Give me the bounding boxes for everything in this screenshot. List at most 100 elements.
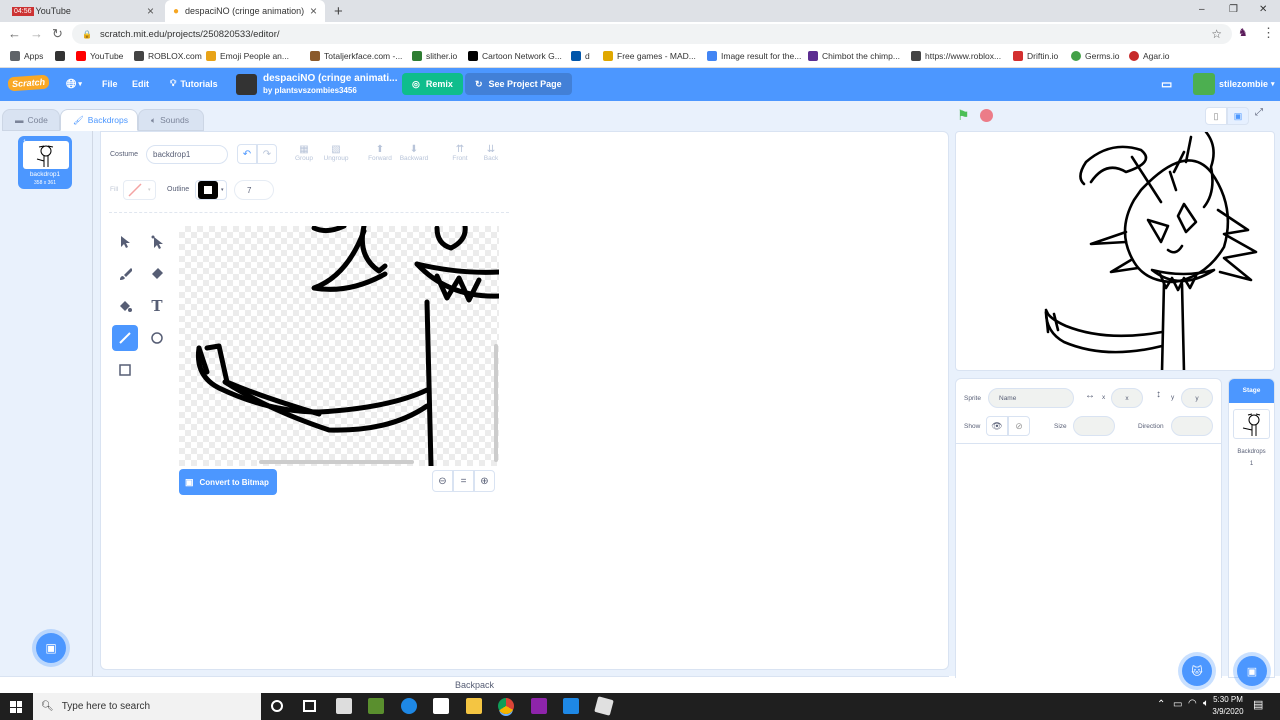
- zoom-reset-button[interactable]: =: [453, 470, 474, 492]
- costume-item-backdrop1[interactable]: 1 backdrop1 358 x 361: [18, 136, 72, 189]
- minecraft-icon[interactable]: [368, 698, 384, 714]
- star-icon[interactable]: ☆: [1211, 27, 1222, 41]
- user-avatar[interactable]: [1193, 73, 1215, 95]
- forward-button[interactable]: ⬆ Forward: [363, 144, 397, 162]
- url-field[interactable]: 🔒 scratch.mit.edu/projects/250820533/edi…: [72, 24, 1232, 44]
- project-author[interactable]: by plantsvszombies3456: [263, 86, 357, 95]
- menu-file[interactable]: File: [102, 79, 118, 89]
- direction-input[interactable]: [1171, 416, 1213, 436]
- winrar-icon[interactable]: [531, 698, 547, 714]
- browser-menu-icon[interactable]: ⋮: [1262, 25, 1275, 41]
- costume-name-input[interactable]: [146, 145, 228, 164]
- redo-button[interactable]: ↷: [257, 144, 277, 164]
- tab-sounds[interactable]: 🔈︎ Sounds: [138, 109, 204, 131]
- bookmark-roblox-url[interactable]: https://www.roblox...: [911, 51, 1001, 61]
- store-icon[interactable]: [433, 698, 449, 714]
- x-input[interactable]: x: [1111, 388, 1143, 408]
- group-button[interactable]: ▦ Group: [287, 144, 321, 162]
- vertical-scrollbar[interactable]: [494, 344, 498, 462]
- menu-tutorials[interactable]: 💡︎ Tutorials: [170, 78, 218, 89]
- mail-icon[interactable]: [563, 698, 579, 714]
- see-project-page-button[interactable]: ↻ See Project Page: [465, 73, 572, 95]
- username[interactable]: stilezombie ▾: [1219, 79, 1275, 89]
- line-tool[interactable]: [112, 325, 138, 351]
- show-hidden-button[interactable]: ⊘: [1008, 416, 1030, 436]
- windows-start-icon[interactable]: [10, 701, 22, 713]
- zoom-in-button[interactable]: ⊕: [474, 470, 495, 492]
- tab-code[interactable]: ▬ Code: [2, 109, 60, 131]
- text-tool[interactable]: T: [144, 293, 170, 319]
- fill-tool[interactable]: [112, 293, 138, 319]
- select-tool[interactable]: [112, 229, 138, 255]
- bookmark-chimbot[interactable]: Chimbot the chimp...: [808, 51, 900, 61]
- stop-button-icon[interactable]: [980, 109, 993, 122]
- circle-tool[interactable]: [144, 325, 170, 351]
- choose-backdrop-stage-button[interactable]: ▣: [1237, 656, 1267, 686]
- menu-edit[interactable]: Edit: [132, 79, 149, 89]
- remix-button[interactable]: ◎ Remix: [402, 73, 463, 95]
- bookmark-apps[interactable]: Apps: [10, 51, 43, 61]
- front-button[interactable]: ⇈ Front: [443, 144, 477, 162]
- my-stuff-folder-icon[interactable]: ▭: [1161, 77, 1172, 91]
- bookmark-emoji[interactable]: Emoji People an...: [206, 51, 289, 61]
- reload-icon[interactable]: ↻: [52, 26, 63, 42]
- clock-time[interactable]: 5:30 PM: [1208, 695, 1248, 704]
- eraser-tool[interactable]: [144, 261, 170, 287]
- edge-icon[interactable]: [401, 698, 417, 714]
- tab-scratch-project[interactable]: ● despaciNO (cringe animation) on S ×: [165, 0, 325, 22]
- back-arrow-icon[interactable]: ←: [8, 26, 21, 41]
- close-tab-icon[interactable]: ×: [310, 4, 317, 18]
- roblox-studio-icon[interactable]: [336, 698, 352, 714]
- rectangle-tool[interactable]: [112, 357, 138, 383]
- ungroup-button[interactable]: ▧ Ungroup: [319, 144, 353, 162]
- small-stage-button[interactable]: ▯: [1205, 107, 1227, 125]
- undo-button[interactable]: ↶: [237, 144, 257, 164]
- outline-color-picker[interactable]: ▾: [195, 180, 227, 200]
- convert-to-bitmap-button[interactable]: ▣ Convert to Bitmap: [179, 469, 277, 495]
- tray-chevron-icon[interactable]: ⌃: [1157, 699, 1165, 710]
- close-tab-icon[interactable]: ×: [147, 4, 154, 18]
- bookmark-roblox[interactable]: ROBLOX.com: [134, 51, 202, 61]
- paint-canvas[interactable]: [179, 226, 499, 466]
- bookmark-germs[interactable]: Germs.io: [1071, 51, 1119, 61]
- bookmark-agar[interactable]: Agar.io: [1129, 51, 1169, 61]
- bookmark-slither[interactable]: slither.io: [412, 51, 457, 61]
- project-title[interactable]: despaciNO (cringe animati...: [263, 73, 397, 84]
- fullscreen-button[interactable]: ⤢: [1255, 107, 1263, 118]
- close-window-button[interactable]: ✕: [1259, 4, 1267, 15]
- backpack-bar[interactable]: Backpack: [0, 676, 949, 692]
- network-icon[interactable]: ▭: [1173, 699, 1182, 710]
- roblox-icon[interactable]: [594, 696, 614, 716]
- outline-width-input[interactable]: [234, 180, 274, 200]
- restore-button[interactable]: ❐: [1229, 4, 1238, 15]
- language-globe-icon[interactable]: 🌐︎ ▾: [66, 76, 82, 92]
- bookmark-driftin[interactable]: Driftin.io: [1013, 51, 1058, 61]
- bookmark-image-result[interactable]: Image result for the...: [707, 51, 801, 61]
- horizontal-scrollbar[interactable]: [259, 460, 414, 464]
- back-button[interactable]: ⇊ Back: [474, 144, 508, 162]
- minimize-button[interactable]: –: [1199, 4, 1205, 15]
- notifications-icon[interactable]: ▤: [1253, 698, 1263, 711]
- fill-color-picker[interactable]: ▾: [123, 180, 156, 200]
- green-flag-icon[interactable]: ⚑: [957, 107, 970, 124]
- task-view-icon[interactable]: [303, 700, 316, 712]
- choose-backdrop-button[interactable]: ▣: [36, 633, 66, 663]
- backward-button[interactable]: ⬇ Backward: [397, 144, 431, 162]
- taskbar-search[interactable]: 🔍︎ Type here to search: [33, 693, 261, 720]
- cortana-icon[interactable]: [271, 700, 283, 712]
- bookmark-totaljerkface[interactable]: Totaljerkface.com -...: [310, 51, 402, 61]
- new-tab-button[interactable]: +: [334, 3, 343, 20]
- extension-icon[interactable]: ♞: [1238, 26, 1248, 39]
- size-input[interactable]: [1073, 416, 1115, 436]
- tab-youtube[interactable]: 04:56 YouTube ×: [4, 0, 162, 22]
- stage-canvas[interactable]: [955, 131, 1275, 371]
- sprite-name-input[interactable]: Name: [988, 388, 1074, 408]
- show-visible-button[interactable]: 👁︎: [986, 416, 1008, 436]
- forward-arrow-icon[interactable]: →: [30, 26, 43, 41]
- tab-backdrops[interactable]: 🖌︎ Backdrops: [60, 109, 138, 131]
- bookmark-d[interactable]: d: [571, 51, 590, 61]
- normal-stage-button[interactable]: ▣: [1227, 107, 1249, 125]
- wifi-icon[interactable]: ◠: [1188, 698, 1197, 709]
- zoom-out-button[interactable]: ⊖: [432, 470, 453, 492]
- clock-date[interactable]: 3/9/2020: [1206, 707, 1250, 716]
